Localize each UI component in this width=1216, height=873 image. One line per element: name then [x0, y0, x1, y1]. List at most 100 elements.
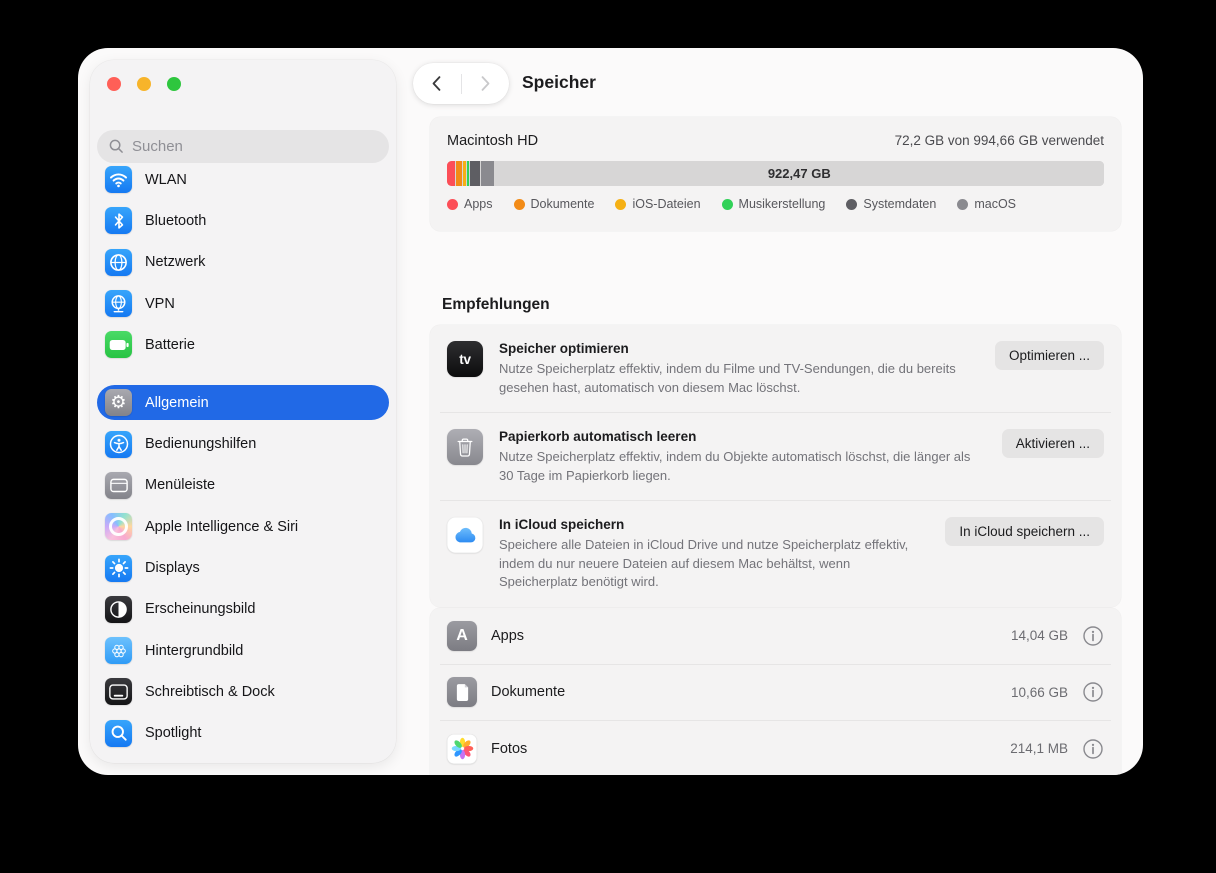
chevron-left-icon [431, 75, 442, 92]
apple-intelligence-icon [105, 513, 132, 540]
sidebar-item-apple-intelligence-siri[interactable]: Apple Intelligence & Siri [97, 506, 389, 547]
optimize-button[interactable]: Optimieren ... [995, 341, 1104, 370]
legend-item: Musikerstellung [722, 197, 826, 211]
category-row-apps[interactable]: A Apps 14,04 GB [430, 608, 1121, 664]
recommendation-title: Papierkorb automatisch leeren [499, 429, 986, 444]
category-size: 14,04 GB [1011, 628, 1068, 643]
minimize-window-button[interactable] [137, 77, 151, 91]
recommendation-title: Speicher optimieren [499, 341, 979, 356]
sidebar-item-accessibility[interactable]: Bedienungshilfen [97, 423, 389, 464]
search-icon [109, 139, 124, 154]
recommendation-description: Nutze Speicherplatz effektiv, indem du F… [499, 360, 979, 397]
volume-card: Macintosh HD 72,2 GB von 994,66 GB verwe… [430, 117, 1121, 231]
forward-button[interactable] [462, 63, 510, 104]
category-label: Apps [491, 628, 524, 644]
zoom-window-button[interactable] [167, 77, 181, 91]
recommendation-row-optimize-storage: tv Speicher optimieren Nutze Speicherpla… [430, 325, 1121, 412]
sidebar-item-network[interactable]: Netzwerk [97, 242, 389, 283]
magnifier-icon [105, 720, 132, 747]
sidebar-item-label: Batterie [145, 337, 195, 353]
volume-name: Macintosh HD [447, 133, 538, 149]
sun-icon [105, 555, 132, 582]
legend-item: Apps [447, 197, 493, 211]
recommendation-description: Speichere alle Dateien in iCloud Drive u… [499, 536, 929, 592]
sidebar-item-desktop-dock[interactable]: Schreibtisch & Dock [97, 671, 389, 712]
legend-dot [514, 199, 525, 210]
legend-item: Dokumente [514, 197, 595, 211]
appearance-icon [105, 596, 132, 623]
bluetooth-icon [105, 207, 132, 234]
sidebar-list: WLAN Bluetooth Netzwerk VPN [97, 159, 389, 754]
legend-dot [722, 199, 733, 210]
info-icon [1082, 738, 1104, 760]
legend-dot [615, 199, 626, 210]
sidebar-item-label: Erscheinungsbild [145, 601, 255, 617]
category-size: 10,66 GB [1011, 685, 1068, 700]
storage-bar-segment [481, 161, 493, 186]
usage-summary: 72,2 GB von 994,66 GB verwendet [895, 133, 1104, 148]
sidebar-item-battery[interactable]: Batterie [97, 324, 389, 365]
sidebar-item-spotlight[interactable]: Spotlight [97, 713, 389, 754]
info-icon [1082, 681, 1104, 703]
category-row-documents[interactable]: Dokumente 10,66 GB [430, 665, 1121, 721]
info-button[interactable] [1082, 738, 1104, 760]
category-label: Dokumente [491, 684, 565, 700]
vpn-globe-icon [105, 290, 132, 317]
storage-bar-segment [456, 161, 462, 186]
sidebar-item-label: VPN [145, 296, 175, 312]
sidebar-item-label: WLAN [145, 172, 187, 188]
info-button[interactable] [1082, 625, 1104, 647]
storage-bar: 922,47 GB [447, 161, 1104, 186]
search-input[interactable] [124, 138, 389, 155]
sidebar-item-vpn[interactable]: VPN [97, 283, 389, 324]
recommendation-row-empty-trash: Papierkorb automatisch leeren Nutze Spei… [430, 413, 1121, 500]
sidebar-item-label: Bluetooth [145, 213, 206, 229]
legend-item: Systemdaten [846, 197, 936, 211]
free-space-label: 922,47 GB [768, 166, 831, 181]
app-store-icon: A [447, 621, 477, 651]
back-button[interactable] [413, 63, 461, 104]
storage-bar-segment [470, 161, 481, 186]
legend-item: macOS [957, 197, 1016, 211]
battery-icon [105, 331, 132, 358]
store-in-icloud-button[interactable]: In iCloud speichern ... [945, 517, 1104, 546]
window-controls [107, 77, 181, 91]
menubar-icon [105, 472, 132, 499]
sidebar-item-label: Apple Intelligence & Siri [145, 519, 298, 535]
sidebar-item-menubar[interactable]: Menüleiste [97, 465, 389, 506]
category-row-photos[interactable]: Fotos 214,1 MB [430, 721, 1121, 775]
apple-tv-icon: tv [447, 341, 483, 377]
legend-dot [447, 199, 458, 210]
sidebar-item-label: Allgemein [145, 395, 209, 411]
sidebar-item-wlan[interactable]: WLAN [97, 159, 389, 200]
legend-dot [846, 199, 857, 210]
page-title: Speicher [522, 72, 596, 93]
wifi-icon [105, 166, 132, 193]
sidebar-item-label: Bedienungshilfen [145, 436, 256, 452]
legend-item: iOS-Dateien [615, 197, 700, 211]
sidebar-item-appearance[interactable]: Erscheinungsbild [97, 589, 389, 630]
recommendations-card: tv Speicher optimieren Nutze Speicherpla… [430, 325, 1121, 607]
category-size: 214,1 MB [1010, 741, 1068, 756]
accessibility-icon [105, 431, 132, 458]
photos-icon [447, 734, 477, 764]
sidebar-item-label: Netzwerk [145, 254, 205, 270]
legend-dot [957, 199, 968, 210]
recommendation-title: In iCloud speichern [499, 517, 929, 532]
info-icon [1082, 625, 1104, 647]
sidebar-item-bluetooth[interactable]: Bluetooth [97, 200, 389, 241]
sidebar-item-general[interactable]: ⚙ Allgemein [97, 385, 389, 420]
storage-bar-free-segment: 922,47 GB [495, 161, 1104, 186]
category-label: Fotos [491, 741, 527, 757]
close-window-button[interactable] [107, 77, 121, 91]
sidebar-item-wallpaper[interactable]: Hintergrundbild [97, 630, 389, 671]
sidebar-item-label: Spotlight [145, 725, 201, 741]
sidebar: WLAN Bluetooth Netzwerk VPN [90, 60, 396, 763]
sidebar-item-label: Displays [145, 560, 200, 576]
storage-legend: Apps Dokumente iOS-Dateien Musikerstellu… [447, 197, 1104, 211]
activate-button[interactable]: Aktivieren ... [1002, 429, 1104, 458]
sidebar-item-displays[interactable]: Displays [97, 547, 389, 588]
info-button[interactable] [1082, 681, 1104, 703]
recommendation-row-store-in-icloud: In iCloud speichern Speichere alle Datei… [430, 501, 1121, 607]
desktop-dock-icon [105, 678, 132, 705]
